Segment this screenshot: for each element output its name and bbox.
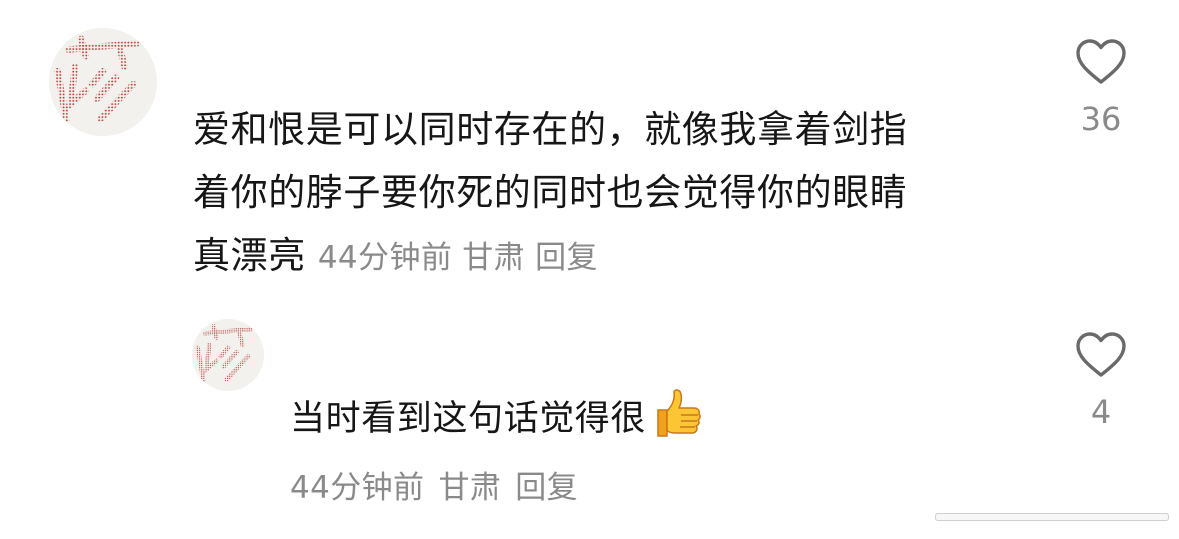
avatar-image [192,319,264,391]
comment-body: 当时看到这句话觉得很 [290,388,930,455]
comment-time: 44分钟前 [290,470,425,506]
heart-outline-icon [1076,39,1126,84]
like-count: 4 [1090,393,1112,431]
reply-button[interactable]: 回复 [515,470,578,506]
comment-text: 当时看到这句话觉得很 [290,399,647,439]
avatar[interactable] [49,28,157,136]
scroll-indicator[interactable] [935,513,1169,521]
comment-body: 爱和恨是可以同时存在的，就像我拿着剑指 着你的脖子要你死的同时也会觉得你的眼睛 … [193,98,1023,290]
comment-time: 44分钟前 [317,240,453,276]
avatar-image [49,28,157,136]
comment-location: 甘肃 [438,470,502,506]
reply-button[interactable]: 回复 [535,240,598,276]
comment-location: 甘肃 [462,240,526,276]
comment-meta: 44分钟前 甘肃 回复 [318,240,608,276]
heart-outline-icon [1076,332,1126,377]
like-button[interactable]: 36 [1051,38,1151,138]
like-count: 36 [1080,100,1122,138]
thumbs-up-icon [650,388,702,455]
comment-meta: 44分钟前 甘肃 回复 [290,462,592,507]
like-button[interactable]: 4 [1051,331,1151,431]
avatar[interactable] [192,319,264,391]
